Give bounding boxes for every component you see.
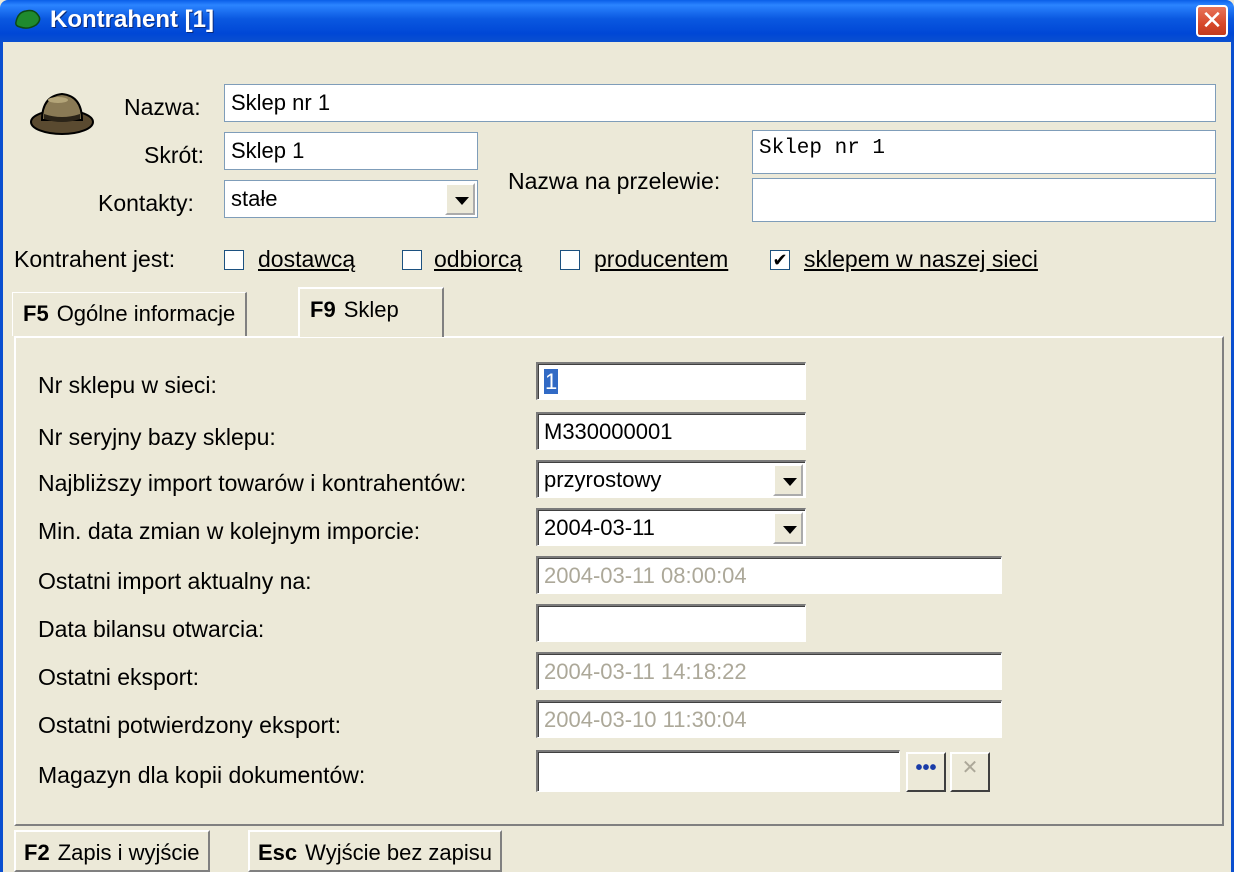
lastimport-field: 2004-03-11 08:00:04: [536, 556, 1002, 594]
checkbox-producent-label[interactable]: producentem: [594, 246, 728, 273]
clear-icon[interactable]: ✕: [950, 752, 990, 792]
kontakty-label: Kontakty:: [98, 190, 194, 216]
serial-label: Nr seryjny bazy sklepu:: [38, 424, 276, 450]
roles-label: Kontrahent jest:: [14, 246, 176, 272]
przelew-label: Nazwa na przelewie:: [508, 168, 721, 194]
tab-sklep-key: F9: [310, 297, 336, 322]
magazyn-field[interactable]: [536, 750, 900, 792]
hat-icon: [30, 92, 94, 135]
kontakty-select[interactable]: stałe: [224, 180, 478, 218]
nazwa-field[interactable]: Sklep nr 1: [224, 84, 1216, 122]
save-exit-key: F2: [24, 840, 50, 865]
tab-ogolne[interactable]: F5 Ogólne informacje: [12, 292, 248, 336]
checkbox-odbiorca-label[interactable]: odbiorcą: [434, 246, 522, 273]
tab-sklep[interactable]: F9 Sklep: [298, 287, 444, 337]
mindate-select[interactable]: 2004-03-11: [536, 508, 806, 546]
bilans-label: Data bilansu otwarcia:: [38, 616, 265, 642]
kontakty-value: stałe: [231, 186, 278, 211]
przelew-line1-field[interactable]: Sklep nr 1: [752, 130, 1216, 174]
import-label: Najbliższy import towarów i kontrahentów…: [38, 470, 467, 496]
checkbox-sklep-label[interactable]: sklepem w naszej sieci: [804, 246, 1038, 273]
import-select[interactable]: przyrostowy: [536, 460, 806, 498]
przelew-line2-field[interactable]: [752, 178, 1216, 222]
lastexport-field: 2004-03-11 14:18:22: [536, 652, 1002, 690]
tab-ogolne-label: Ogólne informacje: [56, 301, 236, 326]
save-exit-button[interactable]: F2 Zapis i wyjście: [14, 830, 210, 872]
confirmed-label: Ostatni potwierdzony eksport:: [38, 712, 341, 738]
browse-button[interactable]: •••: [906, 752, 946, 792]
chevron-down-icon[interactable]: [445, 183, 475, 215]
lastimport-label: Ostatni import aktualny na:: [38, 568, 312, 594]
import-value: przyrostowy: [544, 467, 662, 492]
confirmed-field: 2004-03-10 11:30:04: [536, 700, 1002, 738]
lastexport-label: Ostatni eksport:: [38, 664, 200, 690]
nr-sklepu-value: 1: [544, 369, 559, 394]
skrot-field[interactable]: Sklep 1: [224, 132, 478, 170]
chevron-down-icon[interactable]: [773, 464, 803, 496]
exit-no-save-label: Wyjście bez zapisu: [305, 840, 493, 865]
bilans-field[interactable]: [536, 604, 806, 642]
mindate-value: 2004-03-11: [544, 515, 655, 540]
checkbox-dostawca[interactable]: [224, 250, 244, 270]
title-bar[interactable]: Kontrahent [1] ✕: [0, 0, 1234, 42]
app-icon: [15, 9, 41, 29]
exit-no-save-key: Esc: [258, 840, 298, 865]
tab-ogolne-key: F5: [23, 301, 49, 326]
magazyn-label: Magazyn dla kopii dokumentów:: [38, 762, 366, 788]
close-button[interactable]: ✕: [1196, 5, 1228, 37]
nazwa-label: Nazwa:: [124, 94, 201, 120]
checkbox-producent[interactable]: [560, 250, 580, 270]
serial-field[interactable]: M330000001: [536, 412, 806, 450]
checkbox-sklep[interactable]: ✔: [770, 250, 790, 270]
tab-sklep-label: Sklep: [343, 297, 399, 322]
skrot-label: Skrót:: [144, 142, 205, 168]
save-exit-label: Zapis i wyjście: [57, 840, 200, 865]
nr-sklepu-label: Nr sklepu w sieci:: [38, 372, 217, 398]
nr-sklepu-field[interactable]: 1: [536, 362, 806, 400]
mindate-label: Min. data zmian w kolejnym imporcie:: [38, 518, 421, 544]
chevron-down-icon[interactable]: [773, 512, 803, 544]
checkbox-odbiorca[interactable]: [402, 250, 422, 270]
checkbox-dostawca-label[interactable]: dostawcą: [258, 246, 355, 273]
exit-no-save-button[interactable]: Esc Wyjście bez zapisu: [248, 830, 503, 872]
window-title: Kontrahent [1]: [50, 6, 214, 33]
